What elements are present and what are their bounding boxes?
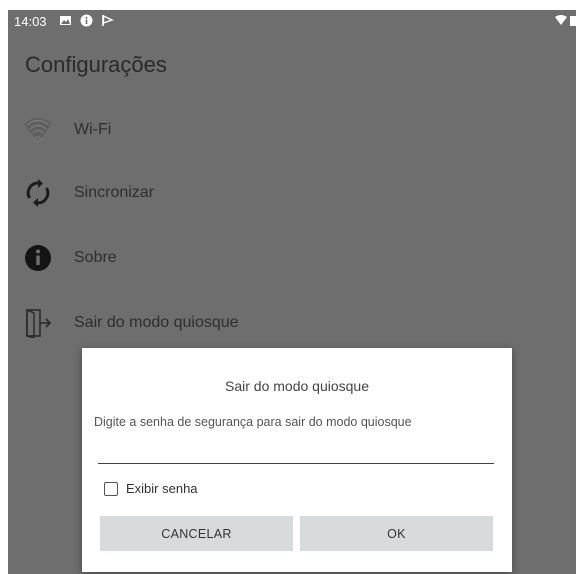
menu-item-label: Sair do modo quiosque — [74, 314, 239, 331]
status-notification-icons — [59, 14, 114, 27]
info-icon — [23, 243, 53, 273]
image-icon — [59, 14, 72, 27]
show-password-toggle[interactable]: Exibir senha — [104, 481, 198, 496]
menu-item-about[interactable]: Sobre — [8, 236, 576, 280]
dialog-message: Digite a senha de segurança para sair do… — [94, 415, 412, 429]
status-system-icons — [555, 15, 576, 26]
menu-item-label: Wi-Fi — [74, 121, 112, 138]
show-password-label: Exibir senha — [126, 481, 198, 496]
wifi-signal-icon — [555, 15, 567, 26]
sync-icon — [23, 178, 53, 208]
flag-icon — [101, 14, 114, 27]
menu-item-label: Sobre — [74, 249, 117, 266]
exit-icon — [23, 308, 53, 339]
menu-item-wifi[interactable]: Wi-Fi — [8, 108, 576, 152]
password-input[interactable] — [98, 440, 494, 464]
status-time: 14:03 — [14, 14, 47, 29]
dialog-title: Sair do modo quiosque — [225, 378, 369, 394]
status-bar: 14:03 — [8, 10, 576, 34]
info-icon — [80, 14, 93, 27]
cancel-button[interactable]: CANCELAR — [100, 516, 293, 551]
menu-item-label: Sincronizar — [74, 184, 155, 201]
device-screen: 14:03 Configurações Wi-Fi Sincronizar So… — [8, 10, 576, 574]
page-title: Configurações — [25, 52, 167, 77]
wifi-icon — [23, 115, 53, 145]
exit-kiosk-dialog: Sair do modo quiosque Digite a senha de … — [82, 348, 512, 572]
menu-item-exit-kiosk[interactable]: Sair do modo quiosque — [8, 301, 576, 345]
menu-item-sync[interactable]: Sincronizar — [8, 171, 576, 215]
ok-button[interactable]: OK — [300, 516, 493, 551]
battery-icon — [570, 15, 576, 26]
show-password-checkbox[interactable] — [104, 481, 118, 496]
